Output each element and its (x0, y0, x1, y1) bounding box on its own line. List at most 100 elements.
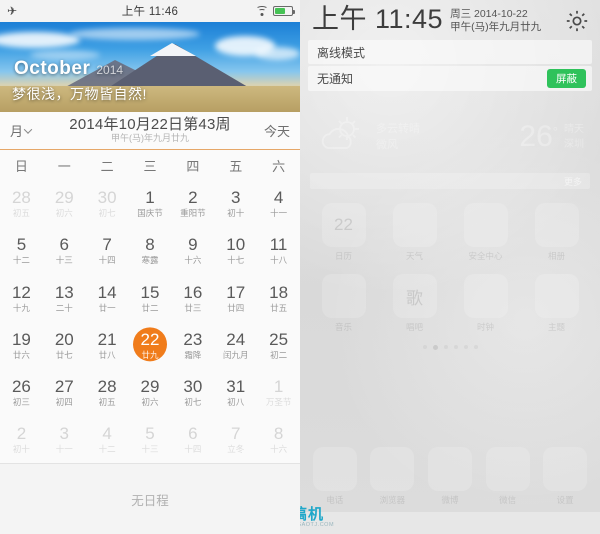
calendar-day-cell[interactable]: 28 初五 (86, 369, 129, 416)
calendar-day-cell[interactable]: 8 寒露 (129, 227, 172, 274)
calendar-day-cell[interactable]: 30 初七 (86, 180, 129, 227)
calendar-day-cell[interactable]: 9 十六 (171, 227, 214, 274)
page-dot[interactable] (422, 345, 427, 350)
day-number: 11 (269, 235, 288, 255)
day-number: 10 (226, 235, 246, 255)
page-dot[interactable] (473, 345, 478, 350)
calendar-day-cell[interactable]: 16 廿三 (171, 274, 214, 321)
day-lunar-label: 二十 (55, 302, 73, 313)
calendar-day-cell[interactable]: 3 十一 (43, 416, 86, 463)
today-button[interactable]: 今天 (238, 121, 290, 140)
calendar-day-cell[interactable]: 12 十九 (0, 274, 43, 321)
home-indicator-bar (300, 512, 600, 534)
date-title-block: 2014年10月22日第43周 甲午(马)年九月廿九 (62, 117, 238, 143)
calendar-day-cell[interactable]: 6 十四 (171, 416, 214, 463)
app-row-2: 音乐歌唱吧 时钟 主题 (300, 274, 600, 333)
calendar-day-cell[interactable]: 10 十七 (214, 227, 257, 274)
calendar-day-cell[interactable]: 13 二十 (43, 274, 86, 321)
day-number: 23 (183, 329, 203, 349)
calendar-grid: 28 初五 29 初六 30 初七 1 国庆节 2 重阳节 3 初十 4 十一 5 十二 6 十三 7 十四 8 寒露 9 十… (0, 180, 300, 464)
day-number: 4 (102, 424, 112, 444)
page-dot[interactable] (443, 345, 448, 350)
calendar-day-cell[interactable]: 4 十一 (257, 180, 300, 227)
calendar-day-cell[interactable]: 22 廿九 (129, 322, 172, 369)
calendar-day-cell[interactable]: 6 十三 (43, 227, 86, 274)
page-dot[interactable] (432, 345, 438, 351)
day-lunar-label: 初七 (184, 396, 202, 407)
month-view-toggle[interactable]: 月 (10, 121, 62, 140)
theme-icon (534, 274, 579, 319)
calendar-day-cell[interactable]: 24 闰九月 (214, 322, 257, 369)
calendar-day-cell[interactable]: 2 重阳节 (171, 180, 214, 227)
lockscreen-lunar-date: 甲午(马)年九月廿九 (450, 21, 542, 34)
calendar-screen: ✈ 上午 11:46 October 2014 梦很浅，万物皆自然! 月 201… (0, 0, 300, 534)
app-icon-calendar[interactable]: 22 日历 (318, 203, 370, 262)
app-icon-photos[interactable]: 相册 (531, 203, 583, 262)
app-icon-wechat[interactable]: 微信 (482, 447, 534, 506)
page-dot[interactable] (453, 345, 458, 350)
notification-row[interactable]: 无通知 屏蔽 (308, 66, 592, 92)
day-number: 6 (59, 235, 69, 255)
calendar-day-cell[interactable]: 25 初二 (257, 322, 300, 369)
calendar-day-cell[interactable]: 5 十二 (0, 227, 43, 274)
lock-icon (543, 447, 588, 491)
app-icon-lock[interactable]: 设置 (539, 447, 591, 506)
day-number: 13 (54, 282, 74, 302)
day-lunar-label: 十二 (98, 444, 116, 455)
day-lunar-label: 初六 (141, 396, 159, 407)
app-icon-shield-check[interactable]: 安全中心 (460, 203, 512, 262)
app-icon-compass[interactable]: 浏览器 (366, 447, 418, 506)
calendar-day-cell[interactable]: 1 万圣节 (257, 369, 300, 416)
calendar-day-cell[interactable]: 1 国庆节 (129, 180, 172, 227)
hero-quote: 梦很浅，万物皆自然! (12, 86, 147, 102)
app-icon-music-note[interactable]: 音乐 (318, 274, 370, 333)
calendar-day-cell[interactable]: 11 十八 (257, 227, 300, 274)
gear-icon[interactable] (564, 8, 590, 34)
calendar-day-cell[interactable]: 3 初十 (214, 180, 257, 227)
weekday-sat: 六 (272, 158, 286, 174)
calendar-day-cell[interactable]: 23 霜降 (171, 322, 214, 369)
calendar-day-cell[interactable]: 4 十二 (86, 416, 129, 463)
app-icon-phone[interactable]: 电话 (309, 447, 361, 506)
app-icon-theme[interactable]: 主题 (531, 274, 583, 333)
day-number: 15 (140, 282, 160, 302)
watermark: 爱搞机 WWW.IGAOTJ.COM (300, 507, 334, 529)
day-lunar-label: 廿九 (141, 349, 159, 360)
phone-icon (312, 447, 357, 491)
calendar-day-cell[interactable]: 7 十四 (86, 227, 129, 274)
song-icon: 歌 (392, 274, 437, 319)
calendar-day-cell[interactable]: 2 初十 (0, 416, 43, 463)
calendar-day-cell[interactable]: 14 廿一 (86, 274, 129, 321)
calendar-day-cell[interactable]: 19 廿六 (0, 322, 43, 369)
app-label: 设置 (556, 495, 574, 505)
weather-widget[interactable]: 多云转晴 微风 26 ° 晴天 深圳 (310, 105, 590, 169)
calendar-day-cell[interactable]: 20 廿七 (43, 322, 86, 369)
app-icon-weather[interactable]: 天气 (389, 203, 441, 262)
calendar-day-cell[interactable]: 30 初七 (171, 369, 214, 416)
calendar-day-cell[interactable]: 29 初六 (129, 369, 172, 416)
app-label: 微信 (499, 495, 517, 505)
day-number: 3 (59, 424, 69, 444)
calendar-day-cell[interactable]: 15 廿二 (129, 274, 172, 321)
weekday-thu: 四 (186, 158, 200, 174)
offline-mode-row[interactable]: 离线模式 (308, 40, 592, 65)
day-lunar-label: 初十 (227, 208, 245, 219)
app-icon-song[interactable]: 歌唱吧 (389, 274, 441, 333)
app-icon-clock[interactable]: 时钟 (460, 274, 512, 333)
calendar-day-cell[interactable]: 7 立冬 (214, 416, 257, 463)
calendar-day-cell[interactable]: 27 初四 (43, 369, 86, 416)
calendar-day-cell[interactable]: 18 廿五 (257, 274, 300, 321)
calendar-day-cell[interactable]: 17 廿四 (214, 274, 257, 321)
weather-more-bar[interactable]: 更多 (310, 173, 590, 190)
page-dot[interactable] (463, 345, 468, 350)
calendar-day-cell[interactable]: 8 十六 (257, 416, 300, 463)
calendar-day-cell[interactable]: 28 初五 (0, 180, 43, 227)
calendar-day-cell[interactable]: 29 初六 (43, 180, 86, 227)
calendar-day-cell[interactable]: 21 廿八 (86, 322, 129, 369)
status-badge[interactable]: 屏蔽 (547, 69, 586, 89)
calendar-day-cell[interactable]: 26 初三 (0, 369, 43, 416)
calendar-day-cell[interactable]: 5 十三 (129, 416, 172, 463)
day-number: 29 (140, 376, 160, 396)
calendar-day-cell[interactable]: 31 初八 (214, 369, 257, 416)
app-icon-weibo[interactable]: 微博 (424, 447, 476, 506)
